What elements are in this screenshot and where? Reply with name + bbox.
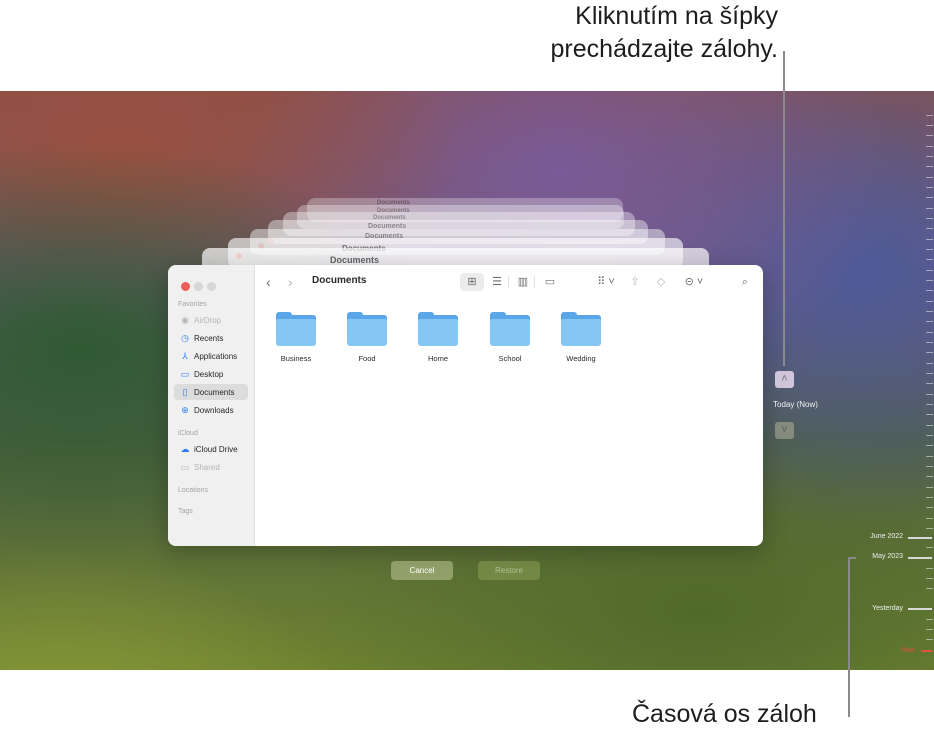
zoom-button[interactable] bbox=[207, 282, 216, 291]
folder-item[interactable]: Wedding bbox=[551, 312, 611, 363]
sidebar-item-airdrop[interactable]: ◉ AirDrop bbox=[174, 312, 248, 328]
folder-label: School bbox=[498, 354, 522, 363]
tag-button[interactable]: ◇ bbox=[654, 273, 668, 291]
folder-item[interactable]: School bbox=[480, 312, 540, 363]
share-icon: ⇧ bbox=[630, 276, 640, 288]
sidebar-item-applications[interactable]: ⅄ Applications bbox=[174, 348, 248, 364]
sidebar-item-desktop[interactable]: ▭ Desktop bbox=[174, 366, 248, 382]
sidebar-item-downloads[interactable]: ⊕ Downloads bbox=[174, 402, 248, 418]
folder-icon bbox=[418, 312, 458, 346]
chevron-right-icon: › bbox=[288, 274, 293, 290]
list-icon: ☰ bbox=[492, 276, 502, 288]
minimize-button[interactable] bbox=[194, 282, 203, 291]
callout-leader-bottom-h bbox=[848, 557, 856, 559]
callout-arrows-line-1: Kliknutím na šípky bbox=[575, 2, 778, 30]
clock-icon: ◷ bbox=[181, 332, 189, 343]
folder-icon bbox=[490, 312, 530, 346]
share-button[interactable]: ⇧ bbox=[628, 273, 642, 291]
next-backup-button[interactable]: ˅ bbox=[775, 422, 794, 439]
sidebar-section-favorites: Favorites bbox=[178, 301, 207, 308]
folder-label: Home bbox=[427, 354, 448, 363]
sidebar-item-shared[interactable]: ▭ Shared bbox=[174, 459, 248, 475]
callout-timeline: Časová os záloh bbox=[632, 700, 817, 728]
finder-window[interactable]: Favorites ◉ AirDrop ◷ Recents ⅄ Application… bbox=[168, 265, 763, 546]
gallery-icon: ▭ bbox=[544, 276, 556, 288]
timeline-label-now[interactable]: Now bbox=[855, 647, 915, 654]
folder-label: Wedding bbox=[566, 354, 596, 363]
group-button[interactable]: ⠿ ˅ bbox=[594, 273, 618, 291]
folder-label: Business bbox=[280, 354, 312, 363]
path-title: Documents bbox=[312, 275, 367, 286]
callout-arrows: Kliknutím na šípky prechádzajte zálohy. bbox=[551, 0, 778, 66]
callout-leader-bottom bbox=[848, 557, 850, 717]
grid-icon: ⊞ bbox=[467, 276, 477, 288]
list-view-button[interactable]: ☰ bbox=[490, 273, 504, 291]
chevron-left-icon: ‹ bbox=[266, 274, 271, 290]
chevron-up-icon: ˄ bbox=[781, 373, 788, 385]
cloud-icon: ☁ bbox=[180, 443, 190, 454]
document-icon: ▯ bbox=[182, 386, 188, 397]
ellipsis-circle-icon: ⊝ ˅ bbox=[684, 276, 704, 288]
timeline-marker-now bbox=[921, 650, 932, 652]
shared-folder-icon: ▭ bbox=[180, 461, 190, 472]
toolbar: ‹ › Documents ⊞ ☰ ▥ ▭ ⠿ ˅ ⇧ ◇ ⊝ ˅ ⌕ bbox=[254, 265, 763, 299]
back-button[interactable]: ‹ bbox=[266, 273, 271, 291]
sidebar-section-locations: Locations bbox=[178, 487, 208, 494]
timeline-label-yesterday[interactable]: Yesterday bbox=[843, 605, 903, 612]
columns-icon: ▥ bbox=[517, 276, 529, 288]
gallery-view-button[interactable]: ▭ bbox=[542, 273, 558, 291]
sidebar-item-recents[interactable]: ◷ Recents bbox=[174, 330, 248, 346]
more-actions-button[interactable]: ⊝ ˅ bbox=[682, 273, 706, 291]
folder-icon bbox=[347, 312, 387, 346]
icon-view-button[interactable]: ⊞ bbox=[460, 273, 484, 291]
timeline-label-june-2022[interactable]: June 2022 bbox=[843, 533, 903, 540]
folder-item[interactable]: Home bbox=[408, 312, 468, 363]
chevron-down-icon: ˅ bbox=[781, 424, 788, 436]
timeline-marker bbox=[908, 557, 932, 559]
folder-label: Food bbox=[358, 354, 376, 363]
search-icon: ⌕ bbox=[741, 276, 749, 288]
tag-icon: ◇ bbox=[656, 276, 666, 288]
folder-item[interactable]: Food bbox=[337, 312, 397, 363]
window-controls bbox=[181, 278, 220, 296]
folder-icon bbox=[561, 312, 601, 346]
sidebar-item-icloud-drive[interactable]: ☁ iCloud Drive bbox=[174, 441, 248, 457]
applications-icon: ⅄ bbox=[182, 350, 188, 361]
sidebar: Favorites ◉ AirDrop ◷ Recents ⅄ Application… bbox=[168, 265, 255, 546]
group-icon: ⠿ ˅ bbox=[597, 276, 615, 288]
timeline-marker bbox=[908, 537, 932, 539]
callout-leader-top bbox=[783, 51, 785, 366]
cancel-button[interactable]: Cancel bbox=[391, 561, 453, 580]
desktop-icon: ▭ bbox=[180, 368, 190, 379]
close-button[interactable] bbox=[181, 282, 190, 291]
sidebar-section-tags: Tags bbox=[178, 508, 193, 515]
current-backup-label: Today (Now) bbox=[773, 400, 818, 409]
sidebar-section-icloud: iCloud bbox=[178, 430, 198, 437]
column-view-button[interactable]: ▥ bbox=[516, 273, 530, 291]
search-button[interactable]: ⌕ bbox=[738, 273, 752, 291]
folder-item[interactable]: Business bbox=[266, 312, 326, 363]
download-icon: ⊕ bbox=[181, 404, 189, 415]
forward-button[interactable]: › bbox=[288, 273, 293, 291]
callout-arrows-line-2: prechádzajte zálohy. bbox=[550, 35, 778, 63]
restore-button[interactable]: Restore bbox=[478, 561, 540, 580]
timeline-marker bbox=[908, 608, 932, 610]
previous-backup-button[interactable]: ˄ bbox=[775, 371, 794, 388]
airdrop-icon: ◉ bbox=[181, 314, 189, 325]
folder-icon bbox=[276, 312, 316, 346]
sidebar-item-documents[interactable]: ▯ Documents bbox=[174, 384, 248, 400]
timeline[interactable] bbox=[900, 91, 934, 670]
